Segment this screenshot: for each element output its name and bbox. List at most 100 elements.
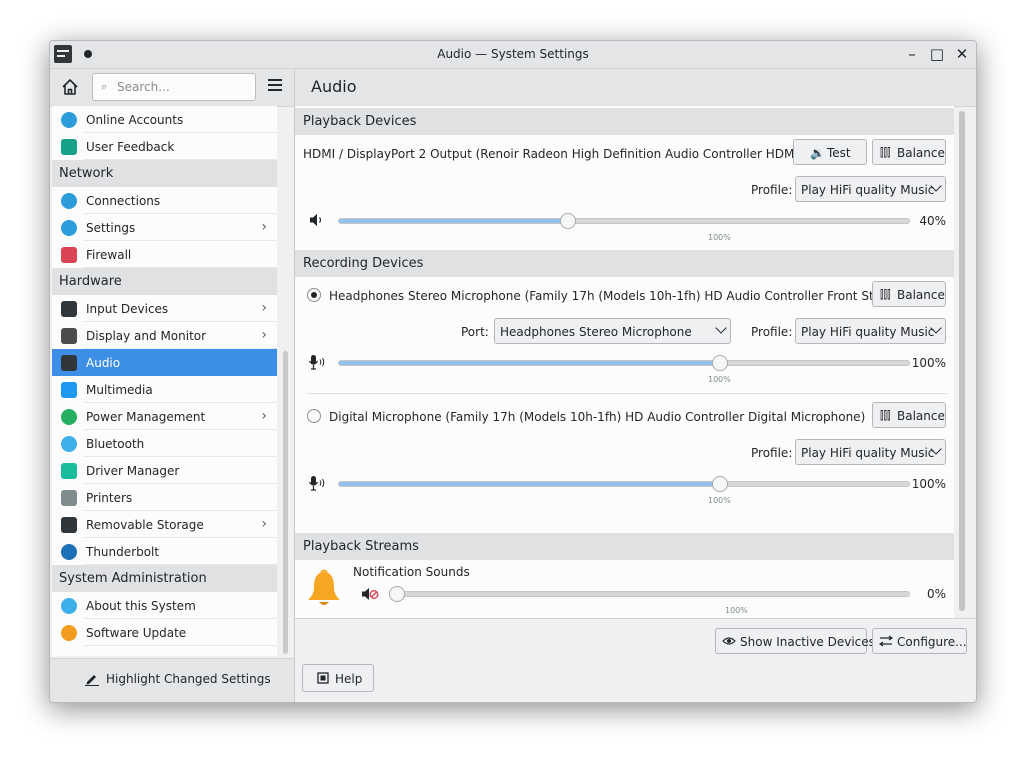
- configure-button[interactable]: Configure...: [872, 628, 967, 654]
- port-combo[interactable]: Headphones Stereo Microphone: [494, 318, 731, 344]
- headphones-mic-volume-handle[interactable]: [712, 355, 729, 371]
- sidebar-item-thunderbolt[interactable]: Thunderbolt: [52, 538, 277, 565]
- sidebar-category-label: Network: [59, 166, 114, 181]
- microphone-icon[interactable]: [308, 475, 326, 491]
- playback-streams-heading-label: Playback Streams: [303, 539, 419, 554]
- digital-mic-volume-slider[interactable]: [338, 476, 910, 492]
- sidebar-item-label: Online Accounts: [86, 113, 184, 127]
- mouse-icon: [61, 301, 77, 317]
- playback-balance-button[interactable]: ⫿⫿⫿ Balance: [872, 139, 946, 165]
- headphones-mic-volume-percent: 100%: [911, 356, 946, 370]
- sidebar-item-driver-manager[interactable]: Driver Manager: [52, 457, 277, 484]
- recording-devices-heading-label: Recording Devices: [303, 256, 424, 271]
- sidebar-item-label: Thunderbolt: [86, 545, 160, 559]
- sidebar-scrollbar[interactable]: [283, 351, 288, 654]
- sidebar-item-label: User Feedback: [86, 140, 175, 154]
- minimize-button[interactable]: –: [902, 44, 922, 64]
- sidebar-item-settings[interactable]: Settings ›: [52, 214, 277, 241]
- sidebar-item-removable-storage[interactable]: Removable Storage ›: [52, 511, 277, 538]
- notification-100-tick: 100%: [725, 606, 748, 615]
- title-bar: Audio — System Settings – □ ✕: [50, 41, 976, 69]
- headphones-mic-volume-fill: [339, 361, 721, 365]
- main-scrollbar-handle[interactable]: [959, 111, 965, 611]
- sidebar-item-display-and-monitor[interactable]: Display and Monitor ›: [52, 322, 277, 349]
- digital-mic-balance-label: Balance: [897, 409, 945, 423]
- digital-mic-default-radio[interactable]: [307, 409, 321, 423]
- sidebar-item-bluetooth[interactable]: Bluetooth: [52, 430, 277, 457]
- sidebar-item-label: Driver Manager: [86, 464, 180, 478]
- balance-sliders-icon: ⫿⫿⫿: [880, 409, 891, 422]
- sidebar-item-user-feedback[interactable]: User Feedback: [52, 133, 277, 160]
- hamburger-menu-icon[interactable]: [268, 79, 282, 93]
- sidebar-category: System Administration: [52, 565, 277, 592]
- digital-mic-profile-value: Play HiFi quality Music: [801, 446, 935, 460]
- help-button[interactable]: Help: [302, 664, 374, 692]
- sidebar-item-input-devices[interactable]: Input Devices ›: [52, 295, 277, 322]
- sidebar-category: Hardware: [52, 268, 277, 295]
- playback-profile-value: Play HiFi quality Music: [801, 183, 935, 197]
- headphones-mic-profile-combo[interactable]: Play HiFi quality Music: [795, 318, 946, 344]
- notification-bell-icon: [308, 569, 340, 605]
- update-icon: [61, 625, 77, 641]
- muted-volume-icon[interactable]: [361, 586, 379, 602]
- sidebar-item-label: Multimedia: [86, 383, 153, 397]
- sidebar-item-label: Input Devices: [86, 302, 169, 316]
- microphone-icon[interactable]: [308, 354, 326, 370]
- notification-volume-slider[interactable]: [389, 586, 910, 602]
- main-scrollbar-track[interactable]: [956, 109, 968, 615]
- sidebar-item-power-management[interactable]: Power Management ›: [52, 403, 277, 430]
- headphones-mic-default-radio[interactable]: [307, 288, 321, 302]
- multimedia-icon: [61, 382, 77, 398]
- maximize-button[interactable]: □: [927, 44, 947, 64]
- playback-volume-handle[interactable]: [559, 213, 576, 229]
- speaker-icon: [61, 355, 77, 371]
- digital-mic-balance-button[interactable]: ⫿⫿⫿ Balance: [872, 402, 946, 428]
- sidebar-item-audio[interactable]: Audio: [52, 349, 277, 376]
- headphones-mic-profile-value: Play HiFi quality Music: [801, 325, 935, 339]
- eye-icon: [722, 637, 736, 645]
- port-label: Port:: [461, 325, 489, 339]
- sidebar-header: ⌕: [50, 69, 294, 107]
- search-field[interactable]: ⌕: [92, 73, 256, 101]
- sidebar-list: Online Accounts User Feedback Network Conne…: [52, 106, 277, 656]
- digital-mic-volume-handle[interactable]: [712, 476, 729, 492]
- digital-mic-profile-combo[interactable]: Play HiFi quality Music: [795, 439, 946, 465]
- home-icon[interactable]: [60, 77, 80, 97]
- sidebar-item-label: Power Management: [86, 410, 206, 424]
- sidebar-footer: Highlight Changed Settings: [50, 658, 294, 702]
- playback-volume-slider[interactable]: [338, 213, 910, 229]
- playback-profile-combo[interactable]: Play HiFi quality Music: [795, 176, 946, 202]
- power-icon: [61, 409, 77, 425]
- speaker-icon: 🔉: [810, 146, 825, 160]
- notification-volume-handle[interactable]: [389, 586, 405, 602]
- sidebar-item-multimedia[interactable]: Multimedia: [52, 376, 277, 403]
- sidebar-item-label: Firewall: [86, 248, 132, 262]
- printer-icon: [61, 490, 77, 506]
- chevron-right-icon: ›: [261, 300, 267, 316]
- info-icon: [61, 598, 77, 614]
- help-label: Help: [335, 672, 363, 686]
- sidebar-item-label: Display and Monitor: [86, 329, 207, 343]
- show-inactive-devices-button[interactable]: Show Inactive Devices: [715, 628, 875, 654]
- search-input[interactable]: [115, 77, 249, 97]
- close-button[interactable]: ✕: [952, 44, 972, 64]
- sidebar-item-online-accounts[interactable]: Online Accounts: [52, 106, 277, 133]
- chevron-right-icon: ›: [261, 327, 267, 343]
- sidebar-item-connections[interactable]: Connections: [52, 187, 277, 214]
- sidebar-item-label: Removable Storage: [86, 518, 204, 532]
- sidebar-item-software-update[interactable]: Software Update: [52, 619, 277, 646]
- digital-mic-name: Digital Microphone (Family 17h (Models 1…: [329, 410, 866, 424]
- sidebar-item-about-this-system[interactable]: About this System: [52, 592, 277, 619]
- configure-icon: [879, 635, 893, 647]
- headphones-mic-volume-slider[interactable]: [338, 355, 910, 371]
- test-button[interactable]: 🔉 Test: [793, 139, 867, 165]
- playback-devices-heading-label: Playback Devices: [303, 114, 417, 129]
- page-title: Audio: [311, 77, 357, 96]
- volume-icon[interactable]: [308, 212, 326, 228]
- headphones-mic-100-tick: 100%: [708, 375, 731, 384]
- port-value: Headphones Stereo Microphone: [500, 325, 692, 339]
- sidebar-item-label: About this System: [86, 599, 196, 613]
- sidebar-item-firewall[interactable]: Firewall: [52, 241, 277, 268]
- sidebar-item-printers[interactable]: Printers: [52, 484, 277, 511]
- headphones-mic-balance-button[interactable]: ⫿⫿⫿ Balance: [872, 281, 946, 307]
